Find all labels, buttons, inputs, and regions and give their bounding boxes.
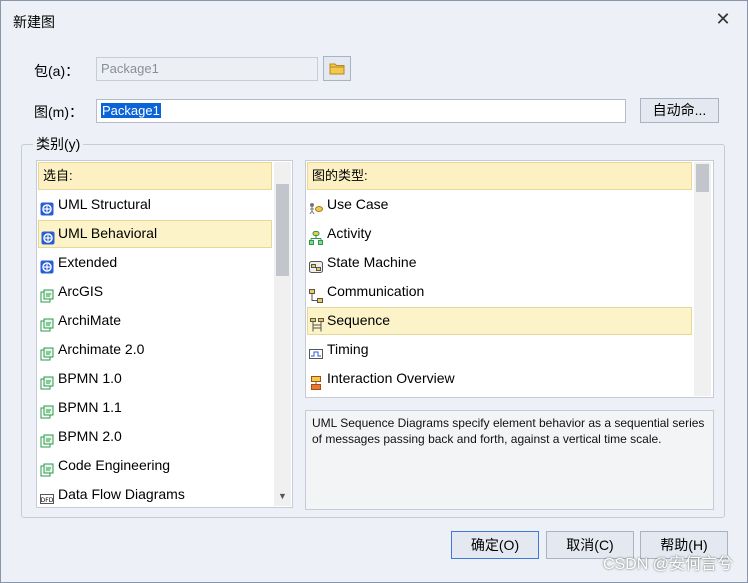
list-item[interactable]: BPMN 2.0 [38,423,272,451]
list-item-label: Interaction Overview [327,370,455,386]
package-label: 包(a)： [34,63,80,79]
diagram-label: 图(m)： [34,104,83,120]
list-item-label: Use Case [327,196,389,212]
uml-icon [40,198,54,216]
ok-button[interactable]: 确定(O) [451,531,539,559]
list-item[interactable]: Archimate 2.0 [38,336,272,364]
list-item-label: ArcGIS [58,283,104,299]
select-from-scrollbar[interactable]: ▼ [274,162,291,506]
list-item[interactable]: ArchiMate [38,307,272,335]
diagram-types-scrollbar[interactable] [694,162,711,396]
select-from-list[interactable]: 选自: UML Structural UML Behavioral Extended… [36,160,293,508]
activity-icon [309,227,323,245]
list-item[interactable]: Sequence [307,307,692,335]
technology-icon [40,372,54,390]
list-item-label: UML Behavioral [58,225,158,241]
technology-icon [40,314,54,332]
interaction-overview-icon [309,372,323,390]
title-bar: 新建图 ✕ [1,1,747,39]
package-field: Package1 [96,57,318,81]
list-item[interactable]: Interaction Overview [307,365,692,393]
close-icon[interactable]: ✕ [713,9,733,29]
list-item-label: Archimate 2.0 [58,341,145,357]
diagram-types-list[interactable]: 图的类型: Use Case Activity State Machine Commu… [305,160,714,398]
watermark: CSDN @安何言兮 [602,556,733,573]
svg-text:DFD: DFD [41,497,54,504]
list-item[interactable]: UML Structural [38,191,272,219]
timing-icon [309,343,323,359]
list-item-label: Communication [327,283,425,299]
scroll-thumb[interactable] [696,164,709,192]
list-item-label: Data Flow Diagrams [58,486,185,502]
diagram-types-header: 图的类型: [307,162,692,190]
list-item[interactable]: Extended [38,249,272,277]
list-item[interactable]: UML Behavioral [38,220,272,248]
dialog-title: 新建图 [13,14,55,30]
list-item[interactable]: Activity [307,220,692,248]
list-item[interactable]: DFD Data Flow Diagrams [38,481,272,507]
dfd-icon: DFD [40,488,54,504]
uml-icon [41,228,55,245]
sequence-icon [310,315,324,332]
folder-icon [329,63,345,75]
list-item-label: State Machine [327,254,417,270]
list-item-label: ArchiMate [58,312,122,328]
list-item-label: Sequence [327,312,391,328]
list-item-label: BPMN 1.1 [58,399,122,415]
list-item[interactable]: BPMN 1.1 [38,394,272,422]
list-item-label: Code Engineering [58,457,171,473]
communication-icon [309,285,323,303]
list-item[interactable]: BPMN 1.0 [38,365,272,393]
use-case-icon [309,198,323,215]
technology-icon [40,459,54,477]
diagram-name-input[interactable]: Package1 [96,99,626,123]
scroll-down-icon[interactable]: ▼ [276,490,289,502]
list-item[interactable]: Timing [307,336,692,364]
scroll-thumb[interactable] [276,184,289,276]
list-item[interactable]: ArcGIS [38,278,272,306]
technology-icon [40,401,54,419]
state-machine-icon [309,256,323,273]
diagram-name-value: Package1 [101,103,161,118]
new-diagram-dialog: 新建图 ✕ 包(a)： Package1 图(m)： Package1 自动命.… [0,0,748,583]
uml-icon [40,256,54,274]
select-from-header: 选自: [38,162,272,190]
list-item[interactable]: Code Engineering [38,452,272,480]
list-item-label: Extended [58,254,118,270]
list-item[interactable]: Communication [307,278,692,306]
category-label: 类别(y) [33,134,84,154]
diagram-description: UML Sequence Diagrams specify element be… [305,410,714,510]
browse-package-button[interactable] [323,56,351,81]
technology-icon [40,343,54,361]
list-item[interactable]: Use Case [307,191,692,219]
technology-icon [40,430,54,448]
list-item-label: BPMN 2.0 [58,428,122,444]
auto-name-button[interactable]: 自动命... [640,98,719,123]
list-item-label: BPMN 1.0 [58,370,122,386]
list-item[interactable]: State Machine [307,249,692,277]
list-item-label: Activity [327,225,372,241]
list-item-label: Timing [327,341,369,357]
technology-icon [40,285,54,303]
list-item-label: UML Structural [58,196,151,212]
